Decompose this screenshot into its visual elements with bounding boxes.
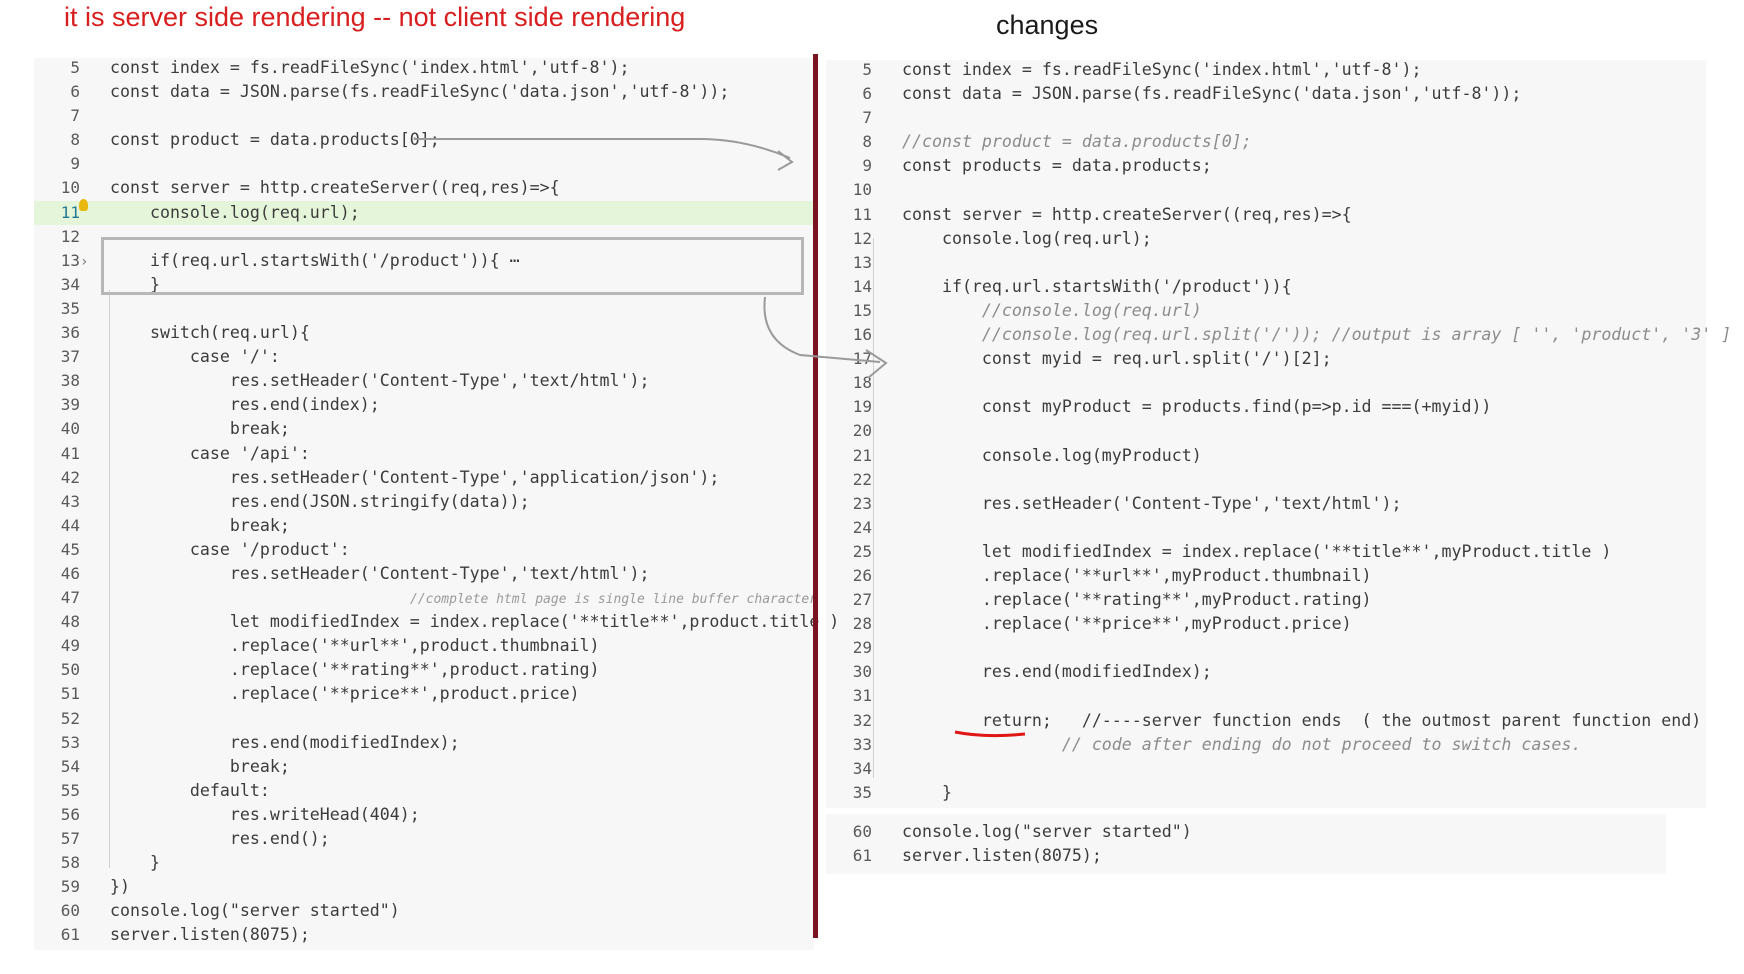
arrow-line-8-to-9 bbox=[414, 138, 791, 159]
arrow-head-icon bbox=[777, 150, 794, 171]
arrow-line-fold-to-17 bbox=[763, 296, 881, 363]
arrow-head-icon bbox=[865, 349, 888, 379]
return-underline bbox=[954, 730, 1026, 738]
annotation-layer bbox=[414, 138, 1026, 738]
